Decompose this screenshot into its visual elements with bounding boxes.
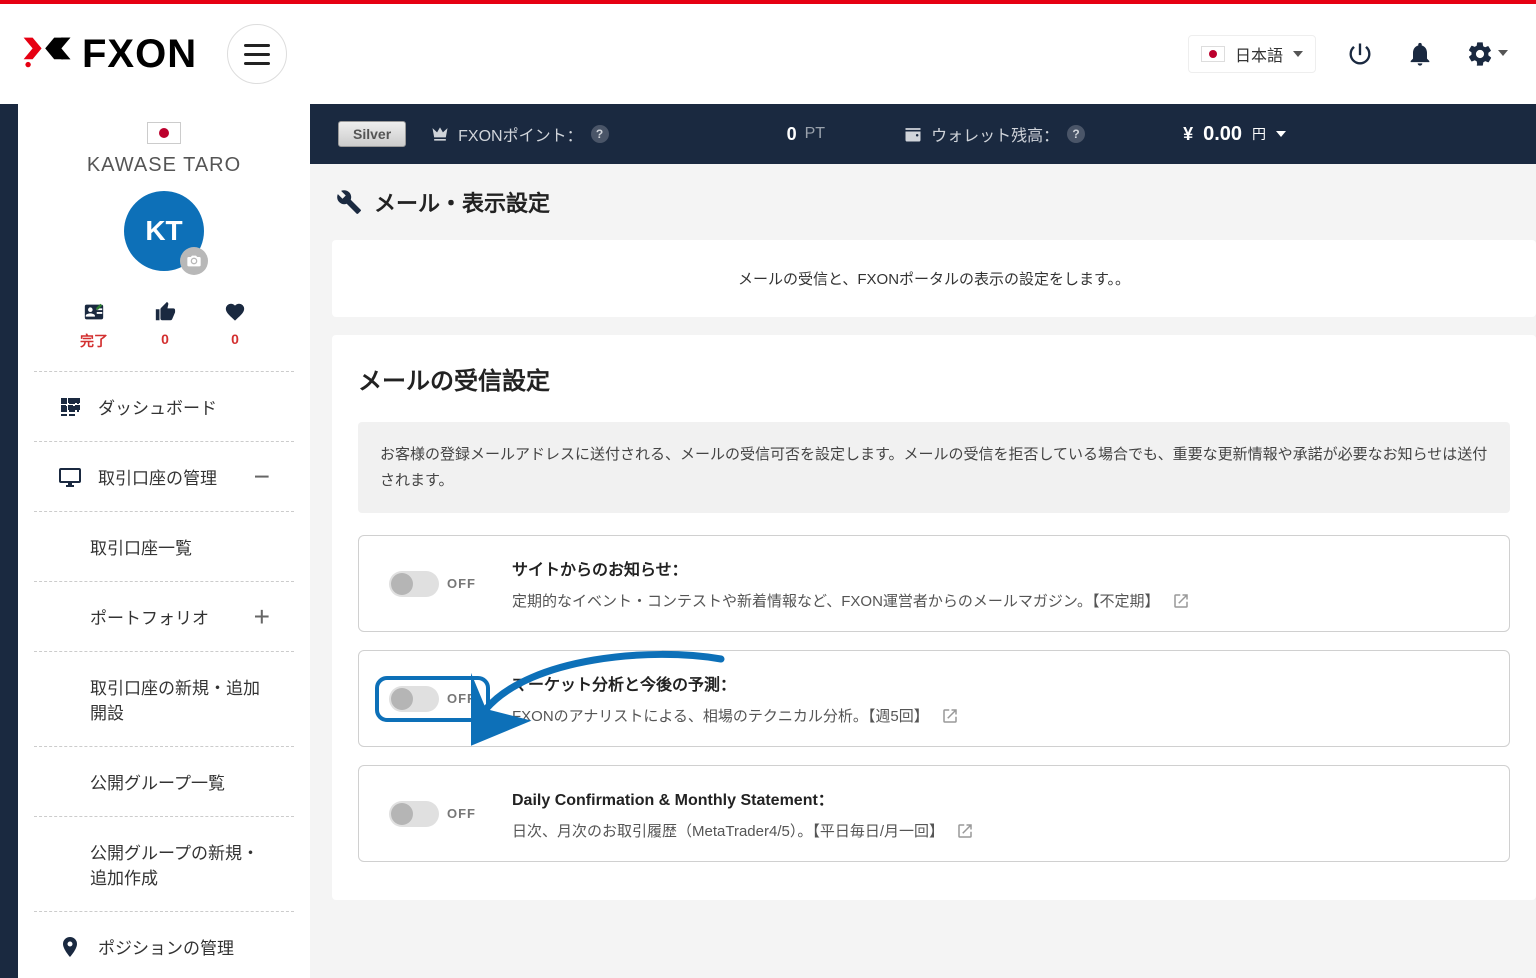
monitor-icon bbox=[58, 465, 82, 489]
sidebar-item-accounts-new[interactable]: 取引口座の新規・追加開設 bbox=[34, 652, 294, 747]
logo-text: FXON bbox=[82, 32, 197, 77]
setting-row-market: OFF マーケット分析と今後の予測： FXONのアナリストによる、相場のテクニカ… bbox=[358, 650, 1510, 747]
tier-badge[interactable]: Silver bbox=[338, 121, 406, 147]
help-icon[interactable]: ? bbox=[591, 125, 609, 143]
japan-flag-icon bbox=[1201, 46, 1225, 62]
language-label: 日本語 bbox=[1235, 42, 1283, 66]
sidebar-item-positions[interactable]: ポジションの管理 bbox=[34, 912, 294, 978]
sidebar-item-label: 取引口座の新規・追加開設 bbox=[90, 674, 270, 724]
bell-icon[interactable] bbox=[1404, 38, 1436, 70]
points-value: 0 PT bbox=[787, 124, 825, 145]
toggle-label: OFF bbox=[447, 576, 476, 591]
settings-section: メールの受信設定 お客様の登録メールアドレスに送付される、メールの受信可否を設定… bbox=[332, 335, 1536, 900]
balance-display[interactable]: ¥ 0.00 円 bbox=[1183, 123, 1286, 146]
app-logo[interactable]: FXON bbox=[20, 30, 197, 79]
thumbs-up-icon bbox=[152, 301, 178, 323]
app-header: FXON 日本語 bbox=[0, 4, 1536, 104]
stat-favorites-value: 0 bbox=[231, 331, 239, 347]
toggle-label: OFF bbox=[447, 691, 476, 706]
sidebar-item-label: 公開グループ一覧 bbox=[90, 769, 225, 794]
toggle-label: OFF bbox=[447, 806, 476, 821]
grid-icon bbox=[58, 395, 82, 419]
section-note: お客様の登録メールアドレスに送付される、メールの受信可否を設定します。メールの受… bbox=[358, 422, 1510, 513]
logo-icon bbox=[20, 30, 74, 79]
toggle-daily[interactable] bbox=[389, 801, 439, 827]
sidebar-item-label: ポートフォリオ bbox=[90, 604, 209, 629]
profile-stats: 完了 0 0 bbox=[34, 281, 294, 372]
main-content: Silver FXONポイント： ? 0 PT ウォレット残高： ? ¥ 0.0… bbox=[310, 104, 1536, 978]
sidebar-menu: ダッシュボード 取引口座の管理 − 取引口座一覧 ポートフォリオ + 取引口座の… bbox=[18, 372, 310, 978]
expand-icon: + bbox=[254, 603, 270, 631]
stat-likes[interactable]: 0 bbox=[152, 301, 178, 351]
setting-title: Daily Confirmation & Monthly Statement： bbox=[512, 786, 1485, 810]
sidebar: KAWASE TARO KT 完了 0 0 bbox=[0, 104, 310, 978]
wallet-label: ウォレット残高： ? bbox=[903, 122, 1085, 146]
page-title: メール・表示設定 bbox=[374, 186, 550, 218]
stat-kyc[interactable]: 完了 bbox=[80, 301, 108, 351]
id-card-icon bbox=[81, 301, 107, 323]
profile-card: KAWASE TARO KT bbox=[18, 104, 310, 281]
heart-icon bbox=[222, 301, 248, 323]
chevron-down-icon bbox=[1293, 51, 1303, 57]
account-topbar: Silver FXONポイント： ? 0 PT ウォレット残高： ? ¥ 0.0… bbox=[310, 104, 1536, 164]
setting-row-daily: OFF Daily Confirmation & Monthly Stateme… bbox=[358, 765, 1510, 862]
location-icon bbox=[58, 935, 82, 959]
external-link-icon[interactable] bbox=[1172, 592, 1190, 610]
wallet-icon bbox=[903, 124, 923, 144]
sidebar-item-portfolio[interactable]: ポートフォリオ + bbox=[34, 582, 294, 652]
profile-flag-icon bbox=[147, 122, 181, 144]
sidebar-item-dashboard[interactable]: ダッシュボード bbox=[34, 372, 294, 442]
toggle-site-news[interactable] bbox=[389, 571, 439, 597]
sidebar-item-accounts[interactable]: 取引口座の管理 − bbox=[34, 442, 294, 512]
external-link-icon[interactable] bbox=[956, 822, 974, 840]
wrench-icon bbox=[336, 189, 362, 215]
setting-desc: FXONのアナリストによる、相場のテクニカル分析。【週5回】 bbox=[512, 705, 929, 726]
stat-likes-value: 0 bbox=[161, 331, 169, 347]
stat-favorites[interactable]: 0 bbox=[222, 301, 248, 351]
external-link-icon[interactable] bbox=[941, 707, 959, 725]
camera-icon[interactable] bbox=[180, 247, 208, 275]
sidebar-item-accounts-list[interactable]: 取引口座一覧 bbox=[34, 512, 294, 582]
section-title: メールの受信設定 bbox=[358, 361, 1510, 396]
sidebar-item-groups-new[interactable]: 公開グループの新規・追加作成 bbox=[34, 817, 294, 912]
help-icon[interactable]: ? bbox=[1067, 125, 1085, 143]
setting-desc: 日次、月次のお取引履歴（MetaTrader4/5）。【平日毎日/月一回】 bbox=[512, 820, 944, 841]
sidebar-item-label: 取引口座一覧 bbox=[90, 534, 192, 559]
points-label: FXONポイント： ? bbox=[430, 122, 608, 146]
sidebar-item-groups-list[interactable]: 公開グループ一覧 bbox=[34, 747, 294, 817]
stat-kyc-value: 完了 bbox=[80, 331, 108, 351]
toggle-market[interactable] bbox=[389, 686, 439, 712]
power-icon[interactable] bbox=[1344, 38, 1376, 70]
setting-row-site-news: OFF サイトからのお知らせ： 定期的なイベント・コンテストや新着情報など、FX… bbox=[358, 535, 1510, 632]
sidebar-item-label: ポジションの管理 bbox=[98, 934, 234, 959]
sidebar-item-label: 公開グループの新規・追加作成 bbox=[90, 839, 270, 889]
setting-title: マーケット分析と今後の予測： bbox=[512, 671, 1485, 695]
chevron-down-icon bbox=[1498, 50, 1508, 56]
intro-card: メールの受信と、FXONポータルの表示の設定をします。。 bbox=[332, 240, 1536, 317]
sidebar-item-label: 取引口座の管理 bbox=[98, 464, 217, 489]
crown-icon bbox=[430, 124, 450, 144]
intro-text: メールの受信と、FXONポータルの表示の設定をします。。 bbox=[738, 271, 1130, 288]
chevron-down-icon bbox=[1276, 131, 1286, 137]
gear-icon[interactable] bbox=[1464, 38, 1496, 70]
collapse-icon: − bbox=[254, 463, 270, 491]
page-title-row: メール・表示設定 bbox=[332, 186, 1536, 218]
profile-name: KAWASE TARO bbox=[34, 154, 294, 177]
sidebar-item-label: ダッシュボード bbox=[98, 394, 217, 419]
language-selector[interactable]: 日本語 bbox=[1188, 35, 1316, 73]
setting-title: サイトからのお知らせ： bbox=[512, 556, 1485, 580]
setting-desc: 定期的なイベント・コンテストや新着情報など、FXON運営者からのメールマガジン。… bbox=[512, 590, 1160, 611]
hamburger-menu-button[interactable] bbox=[227, 24, 287, 84]
